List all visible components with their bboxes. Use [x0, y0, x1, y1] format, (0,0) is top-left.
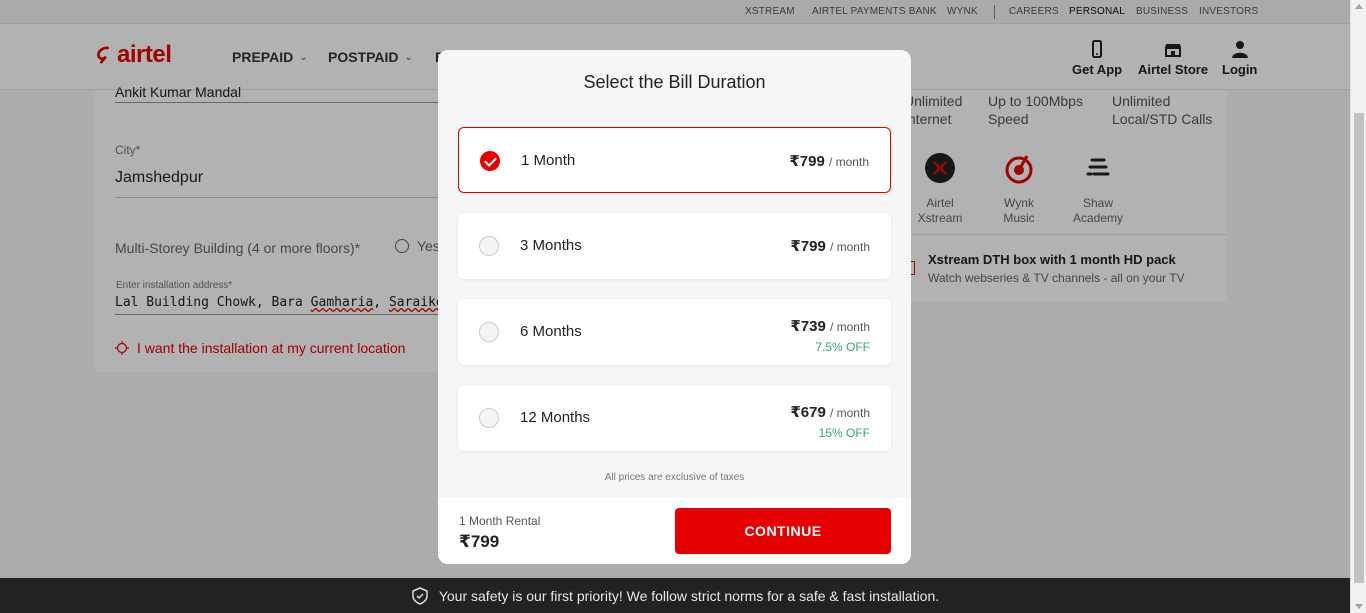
discount-badge: 7.5% OFF — [815, 340, 870, 354]
scroll-down-arrow-icon[interactable] — [1355, 604, 1363, 609]
discount-badge: 15% OFF — [818, 426, 870, 440]
duration-label: 3 Months — [520, 237, 582, 254]
duration-label: 12 Months — [520, 409, 591, 426]
radio-circle-icon — [479, 236, 499, 256]
price-value: ₹679 — [790, 404, 826, 421]
duration-option-3-months[interactable]: 3 Months ₹799 / month — [458, 213, 891, 279]
duration-label: 1 Month — [521, 152, 576, 169]
radio-circle-icon — [479, 322, 499, 342]
tax-note: All prices are exclusive of taxes — [604, 472, 745, 483]
modal-title: Select the Bill Duration — [583, 72, 766, 92]
page-scrollbar[interactable] — [1350, 0, 1366, 613]
price-value: ₹739 — [790, 318, 826, 335]
duration-price: ₹739 / month — [790, 317, 870, 335]
price-per: / month — [829, 240, 870, 254]
scroll-up-arrow-icon[interactable] — [1355, 4, 1363, 9]
continue-button[interactable]: CONTINUE — [675, 508, 891, 554]
duration-option-1-month[interactable]: 1 Month ₹799 / month — [458, 127, 891, 193]
duration-price: ₹679 / month — [790, 403, 870, 421]
duration-label: 6 Months — [520, 323, 582, 340]
scrollbar-thumb[interactable] — [1354, 113, 1364, 583]
radio-circle-icon — [479, 408, 499, 428]
safety-banner: Your safety is our first priority! We fo… — [0, 578, 1350, 613]
safety-text: Your safety is our first priority! We fo… — [438, 587, 940, 604]
price-per: / month — [828, 155, 869, 169]
bill-duration-modal: Select the Bill Duration 1 Month ₹799 / … — [438, 50, 911, 564]
shield-icon — [412, 586, 428, 605]
duration-option-6-months[interactable]: 6 Months ₹739 / month 7.5% OFF — [458, 299, 891, 365]
duration-option-12-months[interactable]: 12 Months ₹679 / month 15% OFF — [458, 385, 891, 451]
modal-footer: 1 Month Rental ₹799 CONTINUE — [438, 498, 911, 564]
duration-price: ₹799 / month — [790, 237, 870, 255]
selected-check-icon — [480, 151, 500, 171]
rental-value: ₹799 — [459, 532, 500, 551]
rental-label: 1 Month Rental — [459, 514, 541, 528]
price-value: ₹799 — [789, 153, 825, 170]
price-value: ₹799 — [790, 238, 826, 255]
duration-price: ₹799 / month — [789, 152, 869, 170]
price-per: / month — [829, 320, 870, 334]
price-per: / month — [829, 406, 870, 420]
